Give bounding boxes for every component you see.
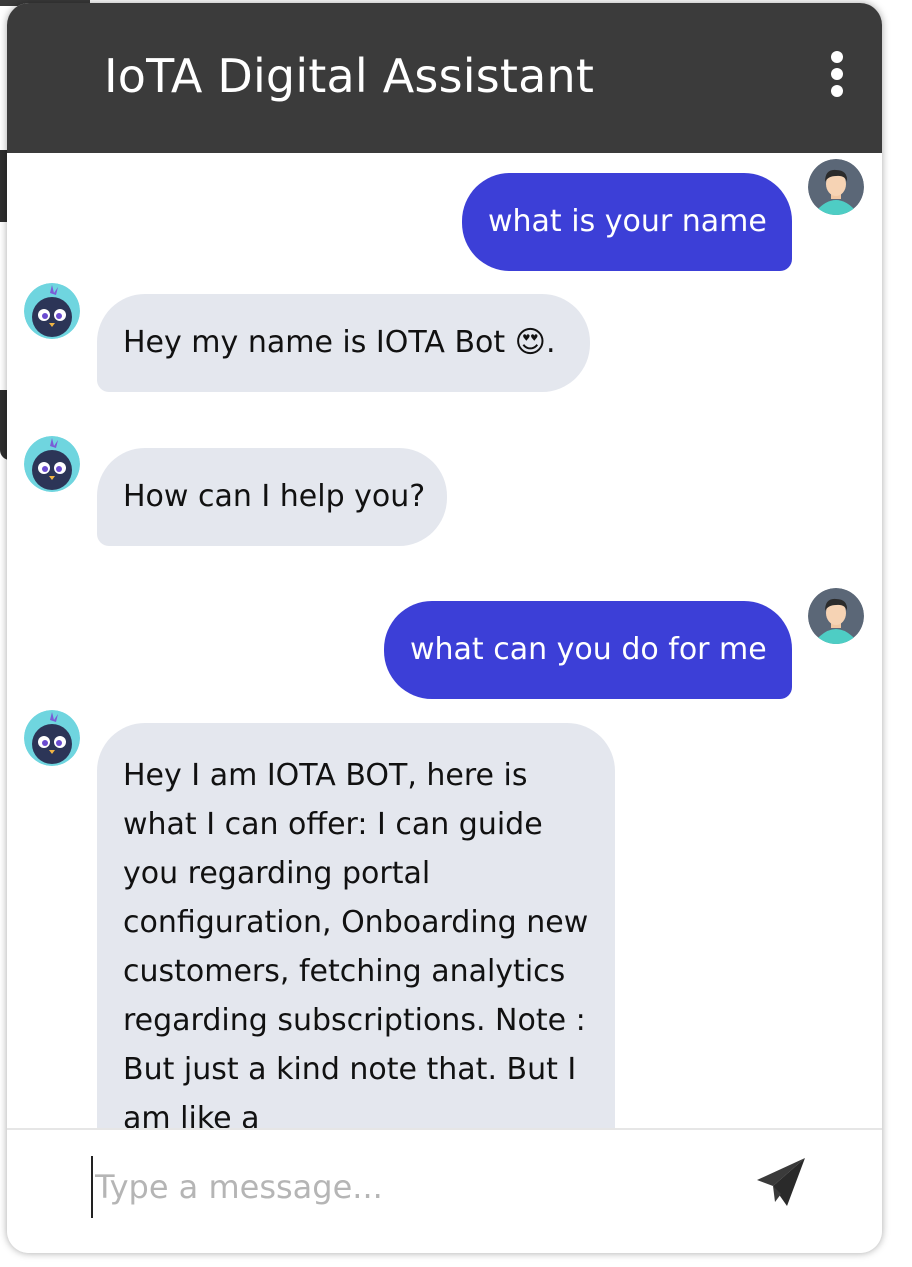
user-message-bubble: what is your name [462,173,792,271]
bot-message-bubble: Hey I am IOTA BOT, here is what I can of… [97,723,615,1128]
bot-avatar [24,283,80,339]
send-icon[interactable] [753,1154,809,1210]
bot-message-bubble: Hey my name is IOTA Bot 😍. [97,294,590,392]
message-list[interactable]: what is your name Hey my name is IOTA Bo… [7,153,882,1128]
chat-widget: IoTA Digital Assistant what is your name [7,3,882,1253]
message-composer [7,1128,882,1253]
bot-avatar [24,436,80,492]
user-message-bubble: what can you do for me [384,601,792,699]
bot-message-bubble: How can I help you? [97,448,447,546]
chat-header: IoTA Digital Assistant [7,3,882,153]
user-avatar [808,588,864,644]
user-avatar [808,159,864,215]
bot-avatar [24,710,80,766]
chat-title: IoTA Digital Assistant [104,49,595,103]
kebab-menu-icon[interactable] [830,51,844,97]
message-input[interactable] [91,1156,697,1218]
